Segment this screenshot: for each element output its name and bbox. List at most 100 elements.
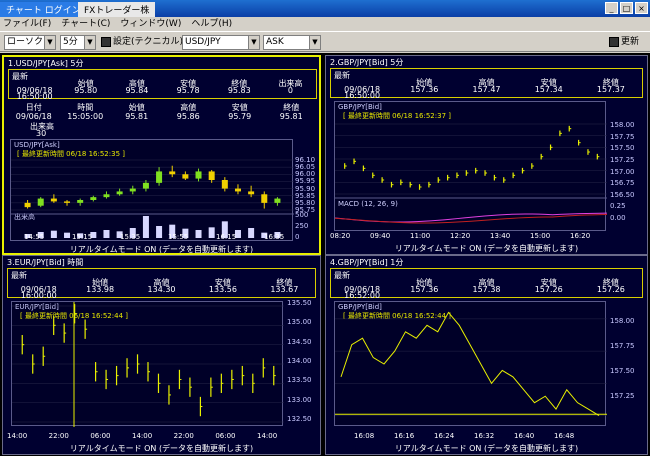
candlestick-plot: [11, 159, 294, 238]
x-tick-label: 15:00: [530, 232, 551, 240]
chart-workspace: 1.USD/JPY[Ask] 5分 最新 始値 高値 安値 終値 出来高 09/…: [0, 53, 650, 456]
close-icon[interactable]: ×: [635, 2, 648, 14]
latest-quote-box: 最新 始値 高値 安値 終値 09/06/18 157.36 157.38 15…: [330, 268, 643, 300]
macd-line: [335, 212, 607, 223]
volume-bar: [103, 230, 110, 238]
x-tick-label: 16:15: [216, 233, 237, 241]
y-tick-label: 250: [295, 222, 309, 230]
x-tick-label: 16:40: [514, 432, 535, 440]
chart-panel-gbpjpy-5m[interactable]: 2.GBP/JPY[Bid] 5分 最新 始値 高値 安値 終値 09/06/1…: [325, 55, 648, 255]
candle-body: [77, 200, 84, 203]
menu-chart[interactable]: チャート(C): [61, 17, 110, 31]
window-tab-fx-trader[interactable]: FXトレーダー株: [78, 2, 156, 17]
x-tick-label: 16:24: [434, 432, 455, 440]
candle-body: [103, 194, 110, 198]
price-line: [340, 311, 600, 416]
candle-body: [274, 198, 281, 203]
line-chart[interactable]: GBP/JPY[Bid] [ 最終更新時間 06/18 16:52:37 ] M…: [334, 101, 607, 231]
y-tick-label: 132.50: [287, 415, 312, 423]
chevron-down-icon: ▼: [248, 36, 259, 49]
line-chart[interactable]: GBP/JPY[Bid] [ 最終更新時間 06/18 16:52:44 ]: [334, 301, 607, 426]
y-tick-label: 158.00: [610, 317, 635, 325]
panel-title: 3.EUR/JPY[Bid] 時間: [7, 258, 84, 267]
candle-body: [195, 171, 202, 179]
settings-button[interactable]: 設定(テクニカル): [101, 35, 183, 50]
cursor-values: 09/06/18 15:05:00 95.81 95.86 95.79 95.8…: [8, 112, 317, 121]
candle-body: [64, 201, 71, 203]
chart-type-select[interactable]: ローソク ▼: [4, 35, 56, 50]
toolbar: ローソク ▼ 5分 ▼ 設定(テクニカル) USD/JPY ▼ ASK ▼ 更新: [0, 31, 650, 52]
x-tick-label: 14:00: [132, 432, 153, 440]
cursor-close: 95.81: [279, 112, 303, 121]
x-tick-label: 06:00: [215, 432, 236, 440]
cursor-open: 95.81: [125, 112, 149, 121]
refresh-button[interactable]: 更新: [609, 35, 639, 50]
minimize-icon[interactable]: _: [605, 2, 618, 14]
x-tick-label: 16:20: [570, 232, 591, 240]
candle-body: [116, 191, 123, 195]
x-tick-label: 16:35: [264, 233, 285, 241]
latest-quote-box: 最新 始値 高値 安値 終値 09/06/18 133.98 134.30 13…: [7, 268, 316, 300]
pair-select[interactable]: USD/JPY ▼: [182, 35, 260, 50]
title-bar: チャート ログイン FXトレーダー株 _ □ ×: [0, 0, 650, 17]
x-tick-label: 22:00: [48, 432, 69, 440]
x-tick-label: 16:48: [554, 432, 575, 440]
line-plot: [335, 311, 607, 416]
x-tick-label: 15:15: [72, 233, 93, 241]
menu-help[interactable]: ヘルプ(H): [191, 17, 232, 31]
chevron-down-icon: ▼: [84, 36, 95, 49]
x-tick-label: 06:00: [90, 432, 111, 440]
col-header: 高値: [180, 103, 197, 112]
y-tick-label: 0.00: [610, 214, 626, 222]
side-select[interactable]: ASK ▼: [263, 35, 321, 50]
candle-body: [182, 174, 189, 179]
panel-title: 4.GBP/JPY[Bid] 1分: [330, 258, 404, 267]
col-header: 日付: [25, 103, 42, 112]
chart-panel-usdjpy[interactable]: 1.USD/JPY[Ask] 5分 最新 始値 高値 安値 終値 出来高 09/…: [2, 55, 321, 255]
candle-body: [24, 202, 31, 208]
y-tick-label: 158.00: [610, 121, 635, 129]
x-tick-label: 13:40: [490, 232, 511, 240]
realtime-mode-status: リアルタイムモード ON (データを自動更新します): [69, 245, 254, 254]
candle-body: [169, 171, 176, 175]
y-tick-label: 135.50: [287, 299, 312, 307]
y-tick-label: 500: [295, 211, 309, 219]
col-header: 終値: [283, 103, 300, 112]
chevron-down-icon: ▼: [44, 36, 55, 49]
candle-body: [261, 194, 268, 203]
volume-bar: [64, 232, 71, 238]
candle-body: [90, 197, 97, 200]
x-tick-label: 16:16: [394, 432, 415, 440]
menu-file[interactable]: ファイル(F): [3, 17, 51, 31]
x-tick-label: 14:55: [24, 233, 45, 241]
maximize-icon[interactable]: □: [620, 2, 633, 14]
interval-select[interactable]: 5分 ▼: [60, 35, 96, 50]
volume-bar: [156, 226, 163, 238]
bar-plot: [12, 302, 284, 427]
menu-window[interactable]: ウィンドウ(W): [120, 17, 181, 31]
candle-body: [208, 171, 215, 180]
col-header: 安値: [231, 103, 248, 112]
chart-panel-eurjpy[interactable]: 3.EUR/JPY[Bid] 時間 最新 始値 高値 安値 終値 09/06/1…: [2, 255, 321, 455]
col-header: 時間: [77, 103, 94, 112]
window-tab-chart-login[interactable]: チャート ログイン: [0, 2, 87, 17]
candlestick-chart[interactable]: USD/JPY[Ask] [ 最終更新時間 06/18 16:52:35 ] 出…: [10, 139, 294, 241]
settings-icon: [101, 36, 111, 47]
y-tick-label: 133.00: [287, 395, 312, 404]
quote-time: 16:50:00: [344, 91, 381, 100]
quote-time: 16:52:00: [344, 291, 381, 300]
x-tick-label: 09:40: [370, 232, 391, 240]
y-tick-label: 157.25: [610, 392, 635, 400]
bar-chart[interactable]: EUR/JPY[Bid] [ 最終更新時間 06/18 16:52:44 ]: [11, 301, 284, 427]
chart-panel-gbpjpy-1m[interactable]: 4.GBP/JPY[Bid] 1分 最新 始値 高値 安値 終値 09/06/1…: [325, 255, 648, 455]
y-tick-label: 157.75: [610, 132, 635, 141]
y-tick-label: 0.25: [610, 202, 626, 210]
latest-quote-box: 最新 始値 高値 安値 終値 09/06/18 157.36 157.47 15…: [330, 68, 643, 100]
cursor-low: 95.79: [228, 112, 252, 121]
realtime-mode-status: リアルタイムモード ON (データを自動更新します): [394, 444, 579, 453]
panel-title: 1.USD/JPY[Ask] 5分: [8, 59, 84, 68]
x-tick-label: 12:20: [450, 232, 471, 240]
y-tick-label: 134.50: [287, 337, 312, 346]
x-tick-label: 14:00: [7, 432, 28, 440]
y-tick-label: 134.00: [287, 357, 312, 365]
